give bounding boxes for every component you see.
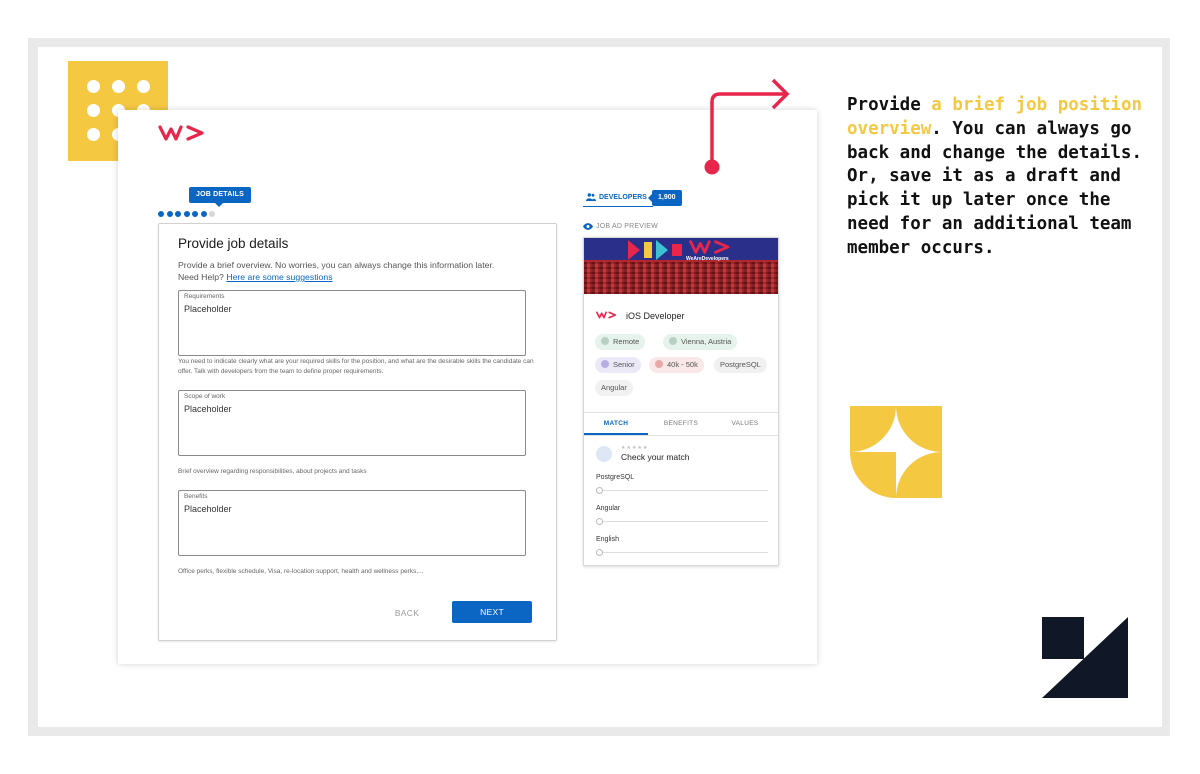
- form-title: Provide job details: [178, 236, 289, 251]
- preview-chip: PostgreSQL: [714, 357, 767, 373]
- step-dot: [183, 211, 190, 217]
- next-button[interactable]: NEXT: [452, 601, 532, 623]
- step-dot: [166, 211, 173, 217]
- skill-label: PostgreSQL: [596, 474, 635, 481]
- step-dot: [209, 211, 215, 217]
- people-icon: [586, 193, 596, 201]
- chip-label: Angular: [601, 383, 627, 392]
- location-pin-icon: [601, 337, 609, 345]
- requirements-field[interactable]: Requirements Placeholder: [178, 290, 526, 356]
- skill-slider[interactable]: [596, 552, 768, 553]
- level-icon: [601, 360, 609, 368]
- scope-of-work-field[interactable]: Scope of work Placeholder: [178, 390, 526, 456]
- scope-of-work-hint: Brief overview regarding responsibilitie…: [178, 468, 367, 475]
- chip-label: PostgreSQL: [720, 360, 761, 369]
- skill-slider-handle[interactable]: [596, 549, 603, 556]
- back-button[interactable]: BACK: [381, 603, 433, 623]
- euro-icon: [655, 360, 663, 368]
- preview-chip: Vienna, Austria: [663, 334, 738, 350]
- match-icon: [596, 446, 612, 462]
- suggestions-link[interactable]: Here are some suggestions: [226, 272, 332, 282]
- job-title: iOS Developer: [626, 311, 685, 321]
- callout-text: Provide a brief job position overview. Y…: [847, 95, 1143, 258]
- event-banner-image: WeAreDevelopers: [584, 238, 778, 294]
- location-pin-icon: [669, 337, 677, 345]
- step-dot: [158, 211, 164, 217]
- job-wizard-card: JOB DETAILS Provide job details Provide …: [118, 110, 817, 664]
- skill-slider[interactable]: [596, 490, 768, 491]
- step-badge: JOB DETAILS: [189, 187, 251, 207]
- requirements-hint: You need to indicate clearly what are yo…: [178, 358, 534, 375]
- skill-label: Angular: [596, 505, 621, 512]
- preview-chip: Remote: [595, 334, 646, 350]
- tab-values[interactable]: VALUES: [713, 413, 777, 435]
- job-ad-preview-label: JOB AD PREVIEW: [583, 223, 658, 230]
- chip-label: Vienna, Austria: [681, 337, 732, 346]
- benefits-hint: Office perks, flexible schedule, Visa, r…: [178, 568, 424, 575]
- wearedevelopers-logo-icon[interactable]: [158, 124, 208, 142]
- preview-chip: 40k - 50k: [649, 357, 704, 373]
- job-ad-preview: WeAreDevelopers iOS Developer Remote Vien…: [583, 237, 779, 566]
- skill-slider[interactable]: [596, 521, 768, 522]
- step-dot: [175, 211, 181, 217]
- match-title: Check your match: [621, 452, 690, 462]
- callout-arrow-icon: [704, 78, 790, 175]
- chip-label: Senior: [613, 360, 635, 369]
- developers-tag[interactable]: DEVELOPERS: [583, 190, 653, 207]
- job-details-form: Provide job details Provide a brief over…: [158, 223, 557, 641]
- skill-slider-handle[interactable]: [596, 518, 603, 525]
- tab-benefits[interactable]: BENEFITS: [649, 413, 713, 435]
- step-dot: [192, 211, 198, 217]
- company-logo-icon: [596, 311, 617, 319]
- form-intro: Provide a brief overview. No worries, yo…: [178, 260, 495, 282]
- chip-label: Remote: [613, 337, 640, 346]
- developers-count-badge: 1,900: [648, 190, 682, 206]
- chip-label: 40k - 50k: [667, 360, 698, 369]
- preview-tabs: MATCH BENEFITS VALUES: [584, 412, 778, 436]
- skill-label: English: [596, 536, 619, 543]
- eye-icon: [583, 223, 593, 230]
- step-dot: [200, 211, 207, 217]
- tab-match[interactable]: MATCH: [584, 413, 648, 435]
- benefits-field[interactable]: Benefits Placeholder: [178, 490, 526, 556]
- rating-stars-icon: ★★★★★: [621, 445, 649, 451]
- preview-chip: Senior: [595, 357, 641, 373]
- preview-chip: Angular: [595, 380, 633, 396]
- banner-logo-icon: [689, 240, 730, 254]
- skill-slider-handle[interactable]: [596, 487, 603, 494]
